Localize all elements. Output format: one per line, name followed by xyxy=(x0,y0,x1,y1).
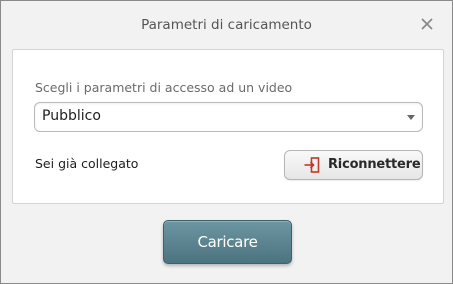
settings-panel: Scegli i parametri di accesso ad un vide… xyxy=(12,49,444,204)
title-bar: Parametri di caricamento xyxy=(1,1,452,49)
login-icon xyxy=(303,156,321,174)
upload-button[interactable]: Caricare xyxy=(163,220,292,264)
reconnect-label: Riconnettere xyxy=(328,157,421,172)
access-select[interactable]: Pubblico xyxy=(34,102,423,132)
close-icon[interactable] xyxy=(418,15,436,33)
chevron-down-icon xyxy=(407,115,415,120)
reconnect-button[interactable]: Riconnettere xyxy=(284,150,423,180)
access-label: Scegli i parametri di accesso ad un vide… xyxy=(35,80,293,95)
dialog-title: Parametri di caricamento xyxy=(141,17,312,33)
upload-label: Caricare xyxy=(197,233,258,251)
access-select-value: Pubblico xyxy=(42,108,101,124)
upload-settings-dialog: Parametri di caricamento Scegli i parame… xyxy=(0,0,453,284)
connection-status: Sei già collegato xyxy=(35,156,139,171)
